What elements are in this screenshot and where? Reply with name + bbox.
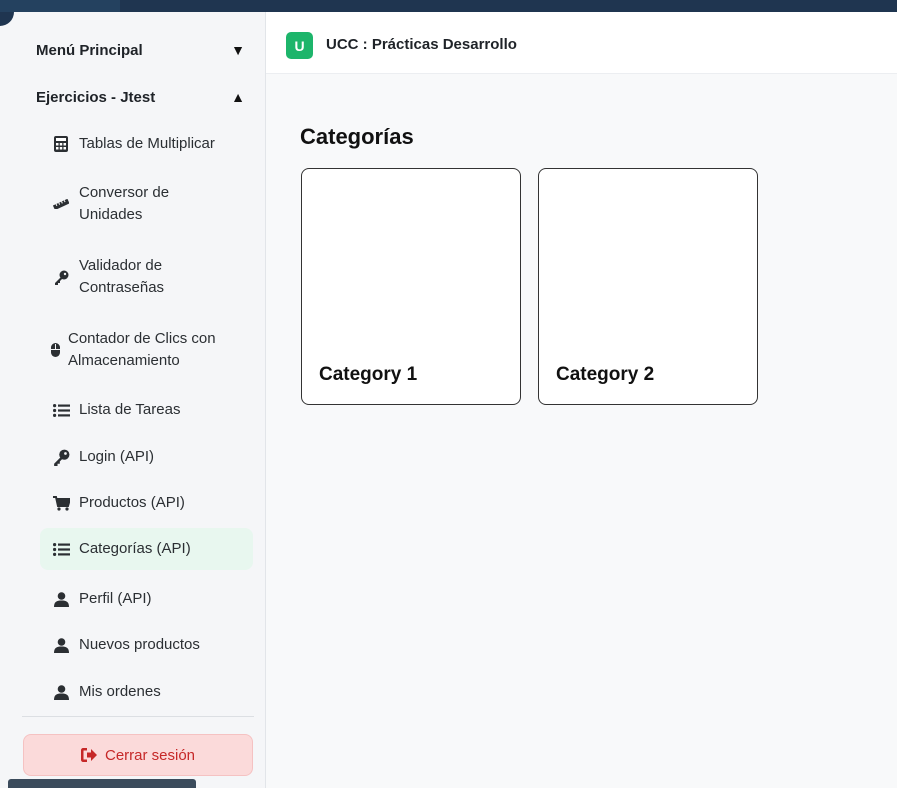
mouse-icon [50,343,60,357]
sidebar-item-contador-de-clics[interactable]: Contador de Clics con Almacenamiento [40,326,253,374]
window-top-bar [0,0,897,12]
user-icon [52,684,70,700]
logout-label: Cerrar sesión [104,746,196,764]
main-content: Categorías Category 1 Category 2 [266,74,897,788]
sidebar-item-label: Perfil (API) [79,590,152,607]
sidebar-item-label: Tablas de Multiplicar [79,135,215,152]
sidebar-item-label: Productos (API) [79,494,185,511]
category-card[interactable]: Category 1 [301,168,521,405]
status-tooltip [8,779,196,788]
cart-icon [52,495,70,511]
sidebar-item-label: Categorías (API) [79,540,191,557]
sidebar-item-categorias-api[interactable]: Categorías (API) [40,528,253,570]
list-icon [52,403,70,417]
sidebar-item-mis-ordenes[interactable]: Mis ordenes [40,679,253,705]
sidebar-item-lista-de-tareas[interactable]: Lista de Tareas [40,397,253,423]
sidebar-item-label: Nuevos productos [79,636,200,653]
sign-out-icon [80,748,97,762]
sidebar: Menú Principal ▼ Ejercicios - Jtest ▲ Ta… [0,12,266,788]
sidebar-inner: Menú Principal ▼ Ejercicios - Jtest ▲ Ta… [0,12,265,788]
key-icon [52,270,70,285]
top-header: U UCC : Prácticas Desarrollo [266,12,897,74]
sidebar-item-nuevos-productos[interactable]: Nuevos productos [40,632,253,658]
sidebar-item-label: Conversor de Unidades [79,184,170,223]
caret-down-icon: ▼ [231,42,245,58]
logout-button[interactable]: Cerrar sesión [23,734,253,776]
sidebar-item-productos-api[interactable]: Productos (API) [40,490,253,516]
sidebar-item-perfil-api[interactable]: Perfil (API) [40,586,253,612]
ejercicios-jtest-toggle[interactable]: Ejercicios - Jtest ▲ [36,84,246,110]
user-icon [52,591,70,607]
caret-up-icon: ▲ [231,89,245,105]
sidebar-item-conversor-de-unidades[interactable]: Conversor de Unidades [40,180,253,228]
sidebar-item-label: Lista de Tareas [79,401,181,418]
brand-badge: U [286,32,313,59]
sidebar-item-label: Login (API) [79,448,155,465]
sidebar-item-validador-de-contrasenas[interactable]: Validador de Contraseñas [40,253,253,301]
sidebar-item-login-api[interactable]: Login (API) [40,444,253,470]
ruler-icon [52,199,70,209]
app-title: UCC : Prácticas Desarrollo [326,36,517,53]
ejercicios-jtest-label: Ejercicios - Jtest [36,88,156,106]
window-top-bar-notch [0,0,120,12]
category-card-label: Category 1 [319,364,418,385]
menu-principal-label: Menú Principal [36,41,143,59]
category-card[interactable]: Category 2 [538,168,758,405]
sidebar-item-tablas-de-multiplicar[interactable]: Tablas de Multiplicar [40,131,253,157]
page-title: Categorías [300,124,414,149]
sidebar-item-label: Contador de Clics con Almacenamiento [68,330,216,369]
key-icon [52,449,70,466]
category-card-label: Category 2 [556,364,655,385]
user-icon [52,637,70,653]
calculator-icon [52,136,70,152]
list-icon [52,542,70,556]
sidebar-item-label: Mis ordenes [79,683,161,700]
sidebar-divider [22,716,254,717]
menu-principal-toggle[interactable]: Menú Principal ▼ [36,37,246,63]
sidebar-item-label: Validador de Contraseñas [79,257,165,296]
